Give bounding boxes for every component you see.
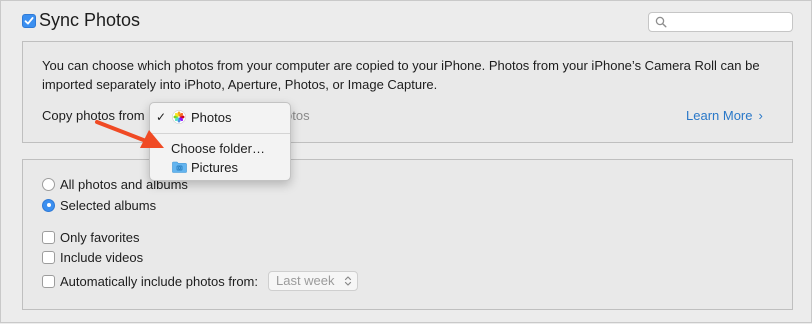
sync-photos-checkbox[interactable]	[22, 14, 36, 28]
learn-more-link[interactable]: Learn More ›	[686, 108, 763, 123]
auto-include-option[interactable]: Automatically include photos from: Last …	[42, 270, 358, 292]
menu-item-choose-folder-label: Choose folder…	[171, 140, 265, 156]
menu-item-choose-folder[interactable]: Choose folder…	[150, 139, 290, 157]
sync-description: You can choose which photos from your co…	[42, 58, 760, 92]
search-icon	[655, 16, 667, 28]
only-favorites-checkbox[interactable]	[42, 230, 55, 244]
photo-options-panel: All photos and albums Selected albums On…	[22, 159, 793, 310]
only-favorites-label: Only favorites	[60, 229, 140, 245]
include-videos-label: Include videos	[60, 249, 144, 265]
copy-photos-panel: You can choose which photos from your co…	[22, 41, 793, 143]
period-popup[interactable]: Last week	[267, 271, 358, 291]
search-field[interactable]	[648, 12, 793, 32]
photo-source-menu: ✓ Photos Choose folder… Pictures	[149, 102, 291, 181]
menu-item-pictures-label: Pictures	[191, 159, 238, 175]
photos-app-icon	[172, 110, 186, 124]
search-input[interactable]	[671, 14, 793, 32]
selected-albums-option[interactable]: Selected albums	[42, 197, 156, 213]
chevron-right-icon: ›	[758, 108, 763, 123]
selected-albums-radio[interactable]	[42, 198, 55, 212]
sync-photos-pane: Sync Photos You can choose which photos …	[0, 0, 812, 323]
copy-photos-from-label: Copy photos from	[42, 108, 145, 123]
only-favorites-option[interactable]: Only favorites	[42, 229, 139, 245]
menu-item-photos-label: Photos	[191, 109, 232, 125]
auto-include-label: Automatically include photos from:	[60, 273, 258, 289]
all-photos-radio[interactable]	[42, 177, 55, 191]
folder-icon	[172, 161, 187, 173]
include-videos-option[interactable]: Include videos	[42, 249, 143, 265]
selected-albums-label: Selected albums	[60, 197, 157, 213]
menu-item-photos[interactable]: ✓ Photos	[150, 108, 290, 126]
learn-more-label: Learn More	[686, 108, 753, 123]
updown-chevron-icon	[344, 276, 351, 286]
checkmark-icon: ✓	[156, 110, 167, 124]
menu-separator	[150, 133, 290, 134]
period-value: Last week	[275, 273, 335, 288]
menu-item-pictures[interactable]: Pictures	[150, 158, 290, 176]
sync-photos-title: Sync Photos	[39, 10, 141, 30]
checkmark-icon	[24, 17, 34, 25]
include-videos-checkbox[interactable]	[42, 250, 55, 264]
auto-include-checkbox[interactable]	[42, 274, 55, 288]
